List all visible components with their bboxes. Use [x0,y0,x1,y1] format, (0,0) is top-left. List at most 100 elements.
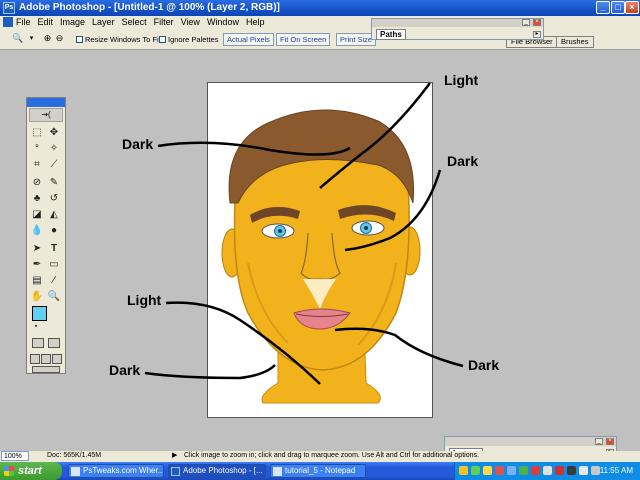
menu-window[interactable]: Window [207,17,239,27]
task-label: tutorial_5 - Notepad [285,466,356,475]
palette-menu-icon[interactable]: ▸ [533,31,541,38]
tray-icon[interactable] [567,466,576,475]
tray-icon[interactable] [543,466,552,475]
browser-icon [71,467,80,476]
menu-select[interactable]: Select [122,17,147,27]
pen-icon[interactable]: ✒ [30,258,44,272]
crop-icon[interactable]: ⌗ [30,158,44,172]
task-pstweaks[interactable]: PsTweaks.com Wher... [68,464,164,478]
eyedropper-icon[interactable]: ⁄ [47,274,61,288]
ignore-palettes-checkbox[interactable]: Ignore Palettes [159,35,218,44]
brushes-tab[interactable]: Brushes [556,36,594,48]
fit-on-screen-button[interactable]: Fit On Screen [276,33,331,46]
menu-layer[interactable]: Layer [92,17,115,27]
resize-windows-checkbox[interactable]: Resize Windows To Fit [76,35,161,44]
notes-icon[interactable]: ▤ [30,274,44,288]
ignore-palettes-label: Ignore Palettes [168,35,219,44]
label-light-left: Light [127,292,162,308]
clock: 11:55 AM [599,466,633,475]
path-selection-icon[interactable]: ➤ [30,242,44,256]
zoom-icon[interactable]: 🔍 [12,33,23,44]
standard-screen-icon[interactable] [30,354,40,364]
shape-icon[interactable]: ▭ [47,258,61,272]
foreground-color-swatch[interactable] [32,306,47,321]
slice-icon[interactable]: ⟋ [47,158,61,172]
healing-brush-icon[interactable]: ⊘ [30,176,44,190]
type-icon[interactable]: T [47,242,61,256]
dodge-icon[interactable]: ● [47,224,61,238]
task-notepad[interactable]: tutorial_5 - Notepad [270,464,366,478]
ps-document-icon[interactable] [3,17,13,27]
menu-file[interactable]: File [16,17,31,27]
tray-icon[interactable] [519,466,528,475]
zoom-out-icon[interactable]: ⊖ [54,33,65,44]
minimize-icon[interactable]: _ [522,19,530,26]
task-label: PsTweaks.com Wher... [83,466,164,475]
tray-icon[interactable] [555,466,564,475]
status-arrow-icon[interactable]: ▶ [172,451,177,461]
doc-size[interactable]: Doc: 565K/1.45M [47,451,101,461]
status-bar: 100% Doc: 565K/1.45M ▶ Click image to zo… [0,451,640,462]
paint-bucket-icon[interactable]: ◭ [47,208,61,222]
tray-icon[interactable] [471,466,480,475]
actual-pixels-button[interactable]: Actual Pixels [223,33,274,46]
toolbox-titlebar[interactable] [27,98,65,107]
move-icon[interactable]: ✥ [47,126,61,140]
volume-icon[interactable] [591,466,600,475]
label-light-top: Light [444,72,479,88]
paths-panel-titlebar[interactable]: _ × [372,19,543,27]
menu-edit[interactable]: Edit [38,17,54,27]
windows-logo-icon [4,466,14,476]
paths-tab[interactable]: Paths [376,29,406,40]
tray-icon[interactable] [507,466,516,475]
close-icon[interactable]: × [533,19,541,26]
minimize-icon[interactable]: _ [596,1,610,14]
window-title: Adobe Photoshop - [Untitled-1 @ 100% (La… [19,2,280,13]
layers-panel-titlebar[interactable]: _ × [445,437,616,446]
zoom-tool-icon[interactable]: 🔍 [47,290,61,304]
ps-icon: Ps [3,2,15,14]
menu-help[interactable]: Help [246,17,265,27]
full-screen-icon[interactable] [52,354,62,364]
marquee-icon[interactable]: ⬚ [30,126,44,140]
start-label: start [18,465,42,477]
jump-to-imageready-icon[interactable] [32,366,60,373]
blur-icon[interactable]: 💧 [30,224,44,238]
tray-icon[interactable] [483,466,492,475]
zoom-in-icon[interactable]: ⊕ [42,33,53,44]
menu-image[interactable]: Image [60,17,85,27]
brush-icon[interactable]: ✎ [47,176,61,190]
chevron-down-icon[interactable]: ▾ [26,33,37,44]
maximize-icon[interactable]: □ [611,1,625,14]
task-photoshop[interactable]: Adobe Photoshop - [... [168,464,266,478]
eraser-icon[interactable]: ◪ [30,208,44,222]
checkbox-box[interactable] [159,36,166,43]
tray-icon[interactable] [495,466,504,475]
start-button[interactable]: start [0,462,62,480]
document-canvas[interactable] [207,82,433,418]
label-dark-bottom-left: Dark [109,362,141,378]
menu-view[interactable]: View [181,17,200,27]
quick-mask-icon[interactable] [48,338,60,348]
checkbox-box[interactable] [76,36,83,43]
hand-icon[interactable]: ✋ [30,290,44,304]
clone-stamp-icon[interactable]: ♣ [30,192,44,206]
status-hint: Click image to zoom in; click and drag t… [184,452,479,459]
lasso-icon[interactable]: ᐤ [30,142,44,156]
full-screen-menu-icon[interactable] [41,354,51,364]
magic-wand-icon[interactable]: ✧ [47,142,61,156]
tray-icon[interactable] [531,466,540,475]
close-icon[interactable]: × [625,1,639,14]
close-icon[interactable]: × [606,438,614,445]
label-dark-right: Dark [447,153,479,169]
default-colors-icon[interactable]: ▪ [29,320,43,334]
history-brush-icon[interactable]: ↺ [47,192,61,206]
menu-filter[interactable]: Filter [154,17,174,27]
tray-icon[interactable] [459,466,468,475]
tray-icon[interactable] [579,466,588,475]
feather-logo-icon[interactable]: ⇝( [29,108,63,122]
standard-mode-icon[interactable] [32,338,44,348]
label-dark-bottom-right: Dark [468,357,500,373]
zoom-field[interactable]: 100% [1,451,29,461]
minimize-icon[interactable]: _ [595,438,603,445]
